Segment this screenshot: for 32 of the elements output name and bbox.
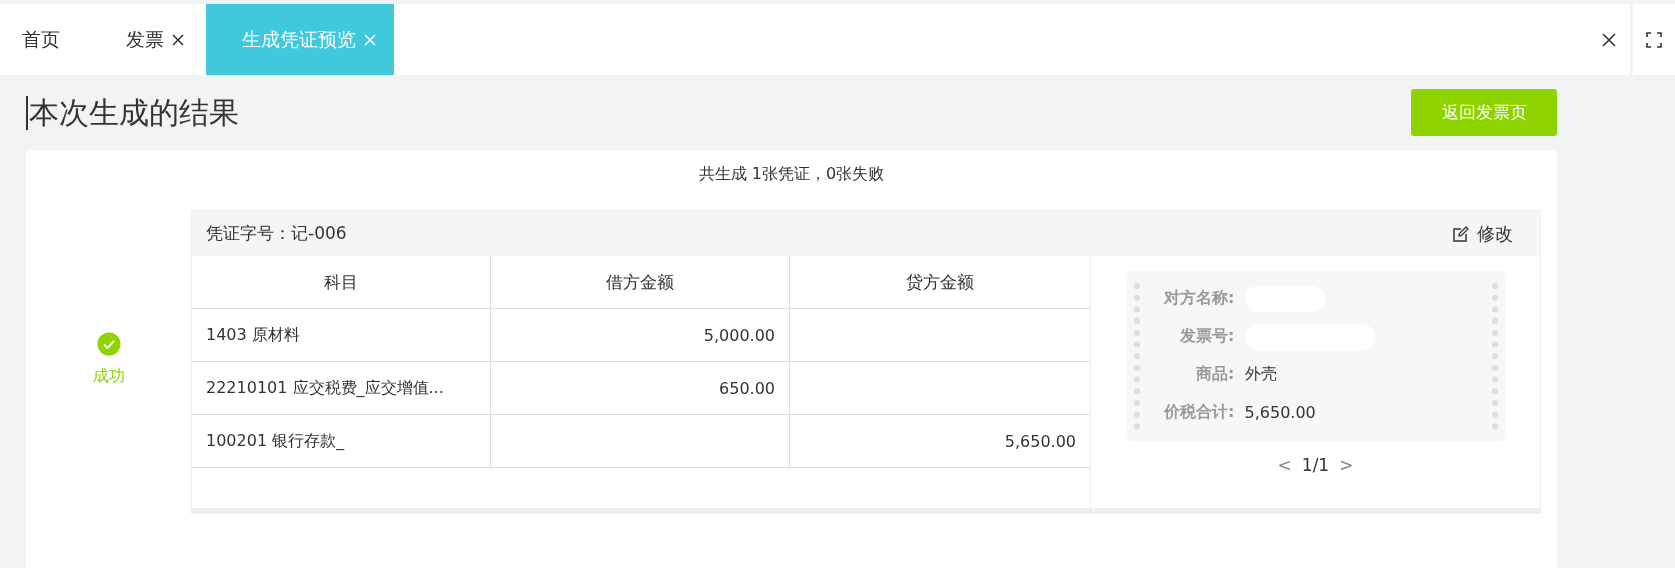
field-label: 对方名称: — [1162, 288, 1235, 309]
page-indicator: 1/1 — [1301, 455, 1330, 475]
table-cell: 5,000.00 — [491, 309, 790, 361]
fullscreen-icon — [1646, 31, 1662, 48]
table-cell-text: 5,650.00 — [1003, 430, 1077, 453]
fullscreen-button[interactable] — [1633, 4, 1675, 75]
table-cell: 1403 原材料 — [192, 309, 491, 361]
table-cell: 100201 银行存款_ — [192, 415, 491, 467]
next-button[interactable]: > — [1339, 455, 1354, 475]
voucher-number: 凭证字号：记-006 — [206, 222, 347, 245]
field-value: 外壳 — [1244, 364, 1277, 385]
tab[interactable]: 生成凭证预览 — [206, 4, 394, 75]
column-header: 借方金额 — [491, 256, 790, 308]
check-icon — [96, 332, 121, 356]
column-header: 贷方金额 — [905, 270, 975, 294]
edit-icon — [1453, 225, 1469, 242]
prev-button[interactable]: < — [1277, 455, 1292, 475]
close-button[interactable] — [1588, 4, 1630, 75]
summary-text: 共生成 1张凭证，0张失败 — [697, 164, 886, 185]
status-label: 成功 — [92, 366, 125, 387]
column-header: 科目 — [192, 256, 491, 308]
field-value: 5,650.00 — [1244, 403, 1316, 422]
field-label: 商品: — [1195, 364, 1235, 385]
table-cell: 22210101 应交税费_应交增值... — [192, 362, 491, 414]
field-label: 发票号: — [1179, 326, 1235, 347]
table-cell: 650.00 — [491, 362, 790, 414]
tab[interactable]: 发票 — [104, 4, 206, 75]
field-label: 价税合计: — [1162, 402, 1235, 423]
page-title: 本次生成的结果 — [26, 95, 239, 130]
close-icon — [1601, 31, 1617, 48]
edit-link[interactable]: 修改 — [1453, 221, 1513, 246]
tab[interactable]: 首页 — [0, 4, 104, 75]
